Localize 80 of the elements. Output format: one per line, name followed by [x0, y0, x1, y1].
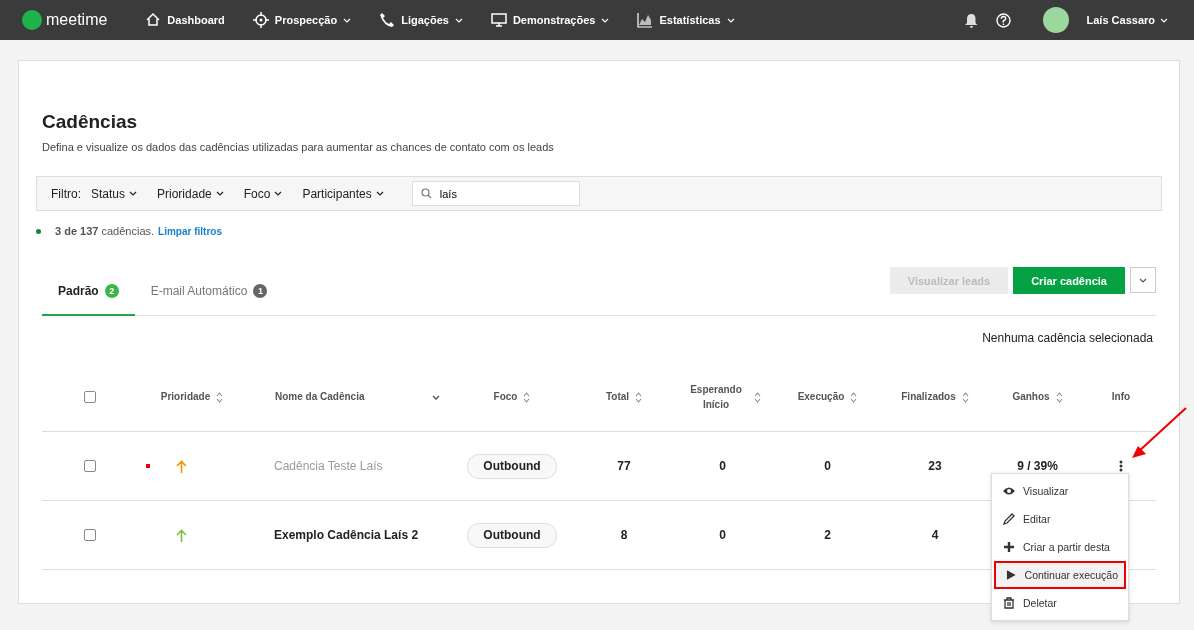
- tab[interactable]: E-mail Automático 1: [134, 284, 284, 316]
- row-checkbox[interactable]: [84, 460, 96, 472]
- menu-item[interactable]: Criar a partir desta: [994, 533, 1126, 561]
- avatar[interactable]: [1042, 7, 1069, 33]
- play-icon: [1004, 568, 1018, 582]
- table-cell: 0: [824, 459, 831, 473]
- filter-dropdown[interactable]: Status: [91, 186, 138, 201]
- menu-item[interactable]: Visualizar: [994, 477, 1126, 505]
- caret-icon: [129, 191, 138, 196]
- menu-item[interactable]: Editar: [994, 505, 1126, 533]
- filter-dropdown[interactable]: Participantes: [302, 186, 384, 201]
- table-cell: 23: [928, 459, 942, 473]
- selection-status: Nenhuma cadência selecionada: [981, 331, 1154, 345]
- help-icon[interactable]: [995, 12, 1011, 28]
- column-header: Prioridade: [160, 390, 211, 405]
- filter-label: Filtro:: [51, 186, 81, 201]
- sort-icon[interactable]: [961, 391, 969, 403]
- monitor-icon: [490, 12, 507, 28]
- table-cell: 77: [617, 459, 631, 473]
- phone-icon: [379, 12, 396, 28]
- caret-icon: [215, 191, 224, 196]
- table-cell: 8: [620, 528, 628, 542]
- table-cell: 4: [931, 528, 939, 542]
- caret-icon: [1139, 277, 1147, 283]
- table-cell: 9 / 39%: [1017, 459, 1058, 473]
- select-all-checkbox[interactable]: [84, 391, 96, 403]
- kebab-menu-icon[interactable]: [1119, 460, 1123, 472]
- column-header: Total: [605, 390, 630, 405]
- column-header: Nome da Cadência: [275, 390, 365, 405]
- column-header: Finalizados: [901, 390, 956, 405]
- pencil-icon: [1002, 512, 1016, 526]
- trash-icon: [1002, 596, 1016, 610]
- nav-link[interactable]: Ligações: [379, 12, 463, 28]
- filter-dropdown[interactable]: Foco: [243, 186, 283, 201]
- menu-item[interactable]: Deletar: [994, 589, 1126, 617]
- tab[interactable]: Padrão 2: [42, 284, 135, 316]
- column-header: Ganhos: [1012, 390, 1050, 405]
- caret-icon: [375, 191, 384, 196]
- crosshair-icon: [252, 12, 269, 28]
- table-cell: 0: [719, 528, 726, 542]
- plus-icon: [1002, 540, 1016, 554]
- status-dot: [36, 228, 41, 234]
- filter-dropdown[interactable]: Prioridade: [157, 186, 224, 201]
- search-field[interactable]: laís: [411, 181, 580, 206]
- cadence-name[interactable]: Exemplo Cadência Laís 2: [274, 528, 419, 542]
- nav-link[interactable]: Prospecção: [252, 12, 352, 28]
- logo-icon: [22, 10, 42, 30]
- focus-tag: Outbound: [467, 522, 557, 548]
- caret-icon: [1160, 17, 1168, 23]
- caret-icon: [274, 191, 283, 196]
- sort-icon[interactable]: [754, 391, 761, 403]
- results-count: 3 de 137 cadências.: [55, 225, 155, 237]
- sort-icon[interactable]: [432, 394, 440, 400]
- page-subtitle: Defina e visualize os dados das cadências utilizadas para aumentar as chances de contato com os leads: [42, 141, 555, 153]
- sort-icon[interactable]: [635, 391, 643, 403]
- menu-item[interactable]: Continuar execução: [994, 561, 1126, 589]
- column-header: Execução: [797, 390, 845, 405]
- chart-icon: [637, 12, 654, 28]
- nav-link[interactable]: Dashboard: [145, 12, 225, 28]
- page-title: Cadências: [42, 111, 139, 133]
- nav-link[interactable]: Demonstrações: [490, 12, 610, 28]
- bell-icon[interactable]: [964, 12, 978, 28]
- column-header: Foco: [493, 390, 518, 405]
- sort-icon[interactable]: [850, 391, 858, 403]
- sort-icon[interactable]: [216, 391, 224, 403]
- table-cell: 2: [824, 528, 831, 542]
- count-badge: 1: [253, 284, 268, 298]
- sort-icon[interactable]: [523, 391, 531, 403]
- clear-filters-link[interactable]: Limpar filtros: [158, 225, 222, 237]
- count-badge: 2: [104, 284, 119, 298]
- row-checkbox[interactable]: [84, 529, 96, 541]
- nav-link[interactable]: Estatísticas: [637, 12, 735, 28]
- logo-text[interactable]: meetime: [46, 11, 108, 29]
- focus-tag: Outbound: [467, 453, 557, 479]
- column-header: Info: [1111, 390, 1131, 405]
- table-cell: 0: [719, 459, 726, 473]
- column-header: Esperando Início: [689, 382, 743, 412]
- home-icon: [145, 12, 162, 28]
- user-menu[interactable]: Laís Cassaro: [1086, 14, 1168, 26]
- sort-icon[interactable]: [1055, 391, 1063, 403]
